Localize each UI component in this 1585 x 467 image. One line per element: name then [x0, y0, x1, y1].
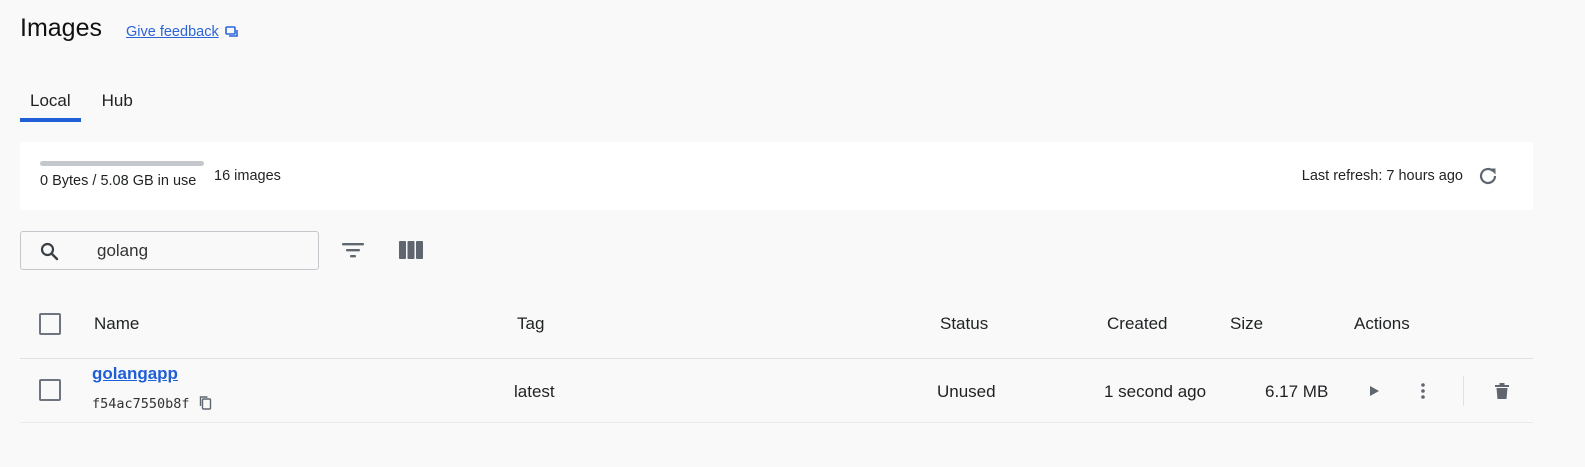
refresh-icon: [1479, 167, 1497, 185]
actions-divider: [1463, 376, 1464, 406]
filter-button[interactable]: [339, 236, 367, 264]
image-id: f54ac7550b8f: [92, 396, 190, 412]
table-header-divider: [20, 358, 1533, 359]
delete-button[interactable]: [1490, 379, 1514, 403]
image-size: 6.17 MB: [1265, 382, 1329, 401]
trash-icon: [1495, 383, 1509, 399]
tab-local[interactable]: Local: [20, 84, 81, 122]
table-row-divider: [20, 422, 1533, 423]
column-header-name[interactable]: Name: [94, 314, 139, 334]
run-button[interactable]: [1362, 379, 1386, 403]
refresh-button[interactable]: [1476, 164, 1500, 188]
disk-usage-text: 0 Bytes / 5.08 GB in use: [40, 173, 197, 189]
columns-button[interactable]: [397, 236, 425, 264]
storage-summary-panel: 0 Bytes / 5.08 GB in use 16 images Last …: [20, 142, 1533, 210]
page-title: Images: [20, 14, 102, 42]
row-checkbox[interactable]: [39, 379, 61, 401]
copy-icon[interactable]: [198, 395, 213, 411]
feedback-link-group[interactable]: Give feedback: [126, 24, 239, 40]
image-name-link[interactable]: golangapp: [92, 364, 178, 384]
play-icon: [1370, 386, 1379, 396]
tab-bar: Local Hub: [20, 84, 143, 122]
search-box: [20, 231, 319, 270]
last-refresh-text: Last refresh: 7 hours ago: [1301, 168, 1463, 184]
column-header-size[interactable]: Size: [1230, 314, 1263, 334]
image-count: 16 images: [214, 168, 281, 184]
view-columns-icon: [399, 241, 423, 259]
tab-hub[interactable]: Hub: [92, 84, 143, 122]
disk-usage-bar: [40, 161, 204, 166]
column-header-status[interactable]: Status: [940, 314, 988, 334]
more-vertical-icon: [1421, 383, 1425, 399]
more-actions-button[interactable]: [1411, 379, 1435, 403]
column-header-created[interactable]: Created: [1107, 314, 1167, 334]
image-tag: latest: [514, 382, 555, 401]
column-header-actions: Actions: [1354, 314, 1410, 333]
image-status: Unused: [937, 382, 996, 401]
column-header-tag[interactable]: Tag: [517, 314, 544, 334]
image-created: 1 second ago: [1104, 382, 1207, 401]
select-all-checkbox[interactable]: [39, 313, 61, 335]
filter-icon: [342, 243, 364, 258]
search-icon: [40, 242, 59, 261]
search-input[interactable]: [97, 238, 307, 264]
feedback-chat-icon: [224, 25, 239, 39]
give-feedback-link[interactable]: Give feedback: [126, 24, 219, 40]
